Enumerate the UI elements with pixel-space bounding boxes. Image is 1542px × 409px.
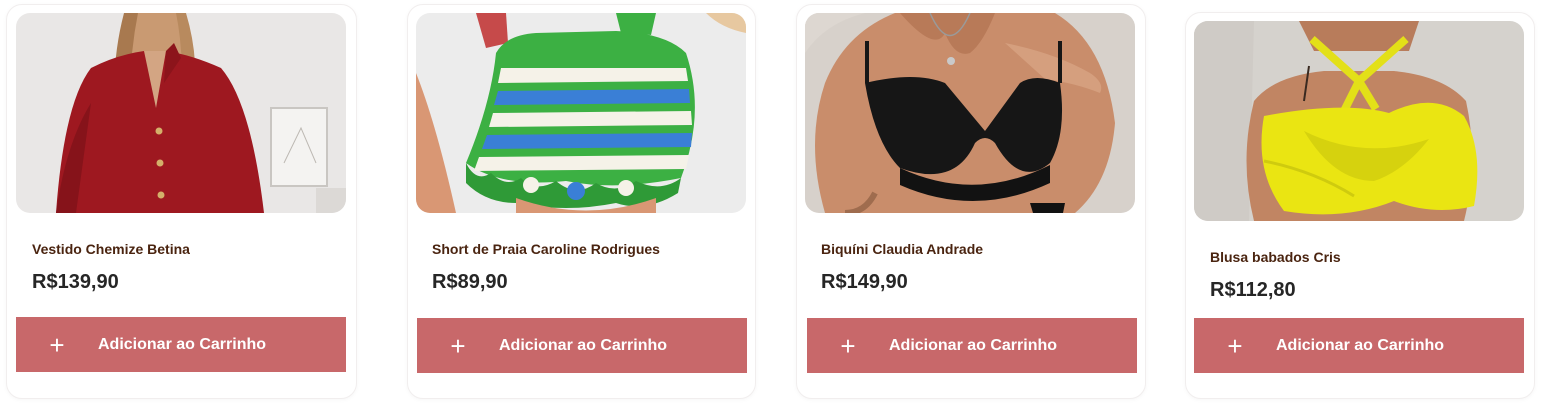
plus-icon: + — [1227, 330, 1243, 361]
product-price: R$112,80 — [1210, 279, 1296, 301]
product-card: Blusa babados Cris R$112,80 + Adicionar … — [1185, 12, 1535, 399]
plus-icon: + — [840, 330, 856, 361]
product-image[interactable] — [1194, 21, 1524, 221]
product-image[interactable] — [805, 13, 1135, 213]
product-card: Short de Praia Caroline Rodrigues R$89,9… — [407, 4, 756, 399]
add-to-cart-button[interactable]: + Adicionar ao Carrinho — [417, 318, 747, 373]
product-image[interactable] — [16, 13, 346, 213]
plus-icon: + — [450, 330, 466, 361]
add-to-cart-button[interactable]: + Adicionar ao Carrinho — [1194, 318, 1524, 373]
product-price: R$149,90 — [821, 271, 908, 293]
add-to-cart-button[interactable]: + Adicionar ao Carrinho — [16, 317, 346, 372]
add-to-cart-label: Adicionar ao Carrinho — [499, 336, 668, 354]
add-to-cart-label: Adicionar ao Carrinho — [1276, 336, 1445, 354]
product-card: Vestido Chemize Betina R$139,90 + Adicio… — [6, 4, 357, 399]
add-to-cart-label: Adicionar ao Carrinho — [889, 336, 1058, 354]
product-image[interactable] — [416, 13, 746, 213]
product-card: Biquíni Claudia Andrade R$149,90 + Adici… — [796, 4, 1146, 399]
product-name[interactable]: Blusa babados Cris — [1210, 249, 1341, 265]
product-name[interactable]: Biquíni Claudia Andrade — [821, 241, 983, 257]
add-to-cart-label: Adicionar ao Carrinho — [98, 335, 267, 353]
product-price: R$139,90 — [32, 271, 119, 293]
add-to-cart-button[interactable]: + Adicionar ao Carrinho — [807, 318, 1137, 373]
plus-icon: + — [49, 329, 65, 360]
product-price: R$89,90 — [432, 271, 508, 293]
product-name[interactable]: Vestido Chemize Betina — [32, 241, 190, 257]
product-name[interactable]: Short de Praia Caroline Rodrigues — [432, 241, 660, 257]
